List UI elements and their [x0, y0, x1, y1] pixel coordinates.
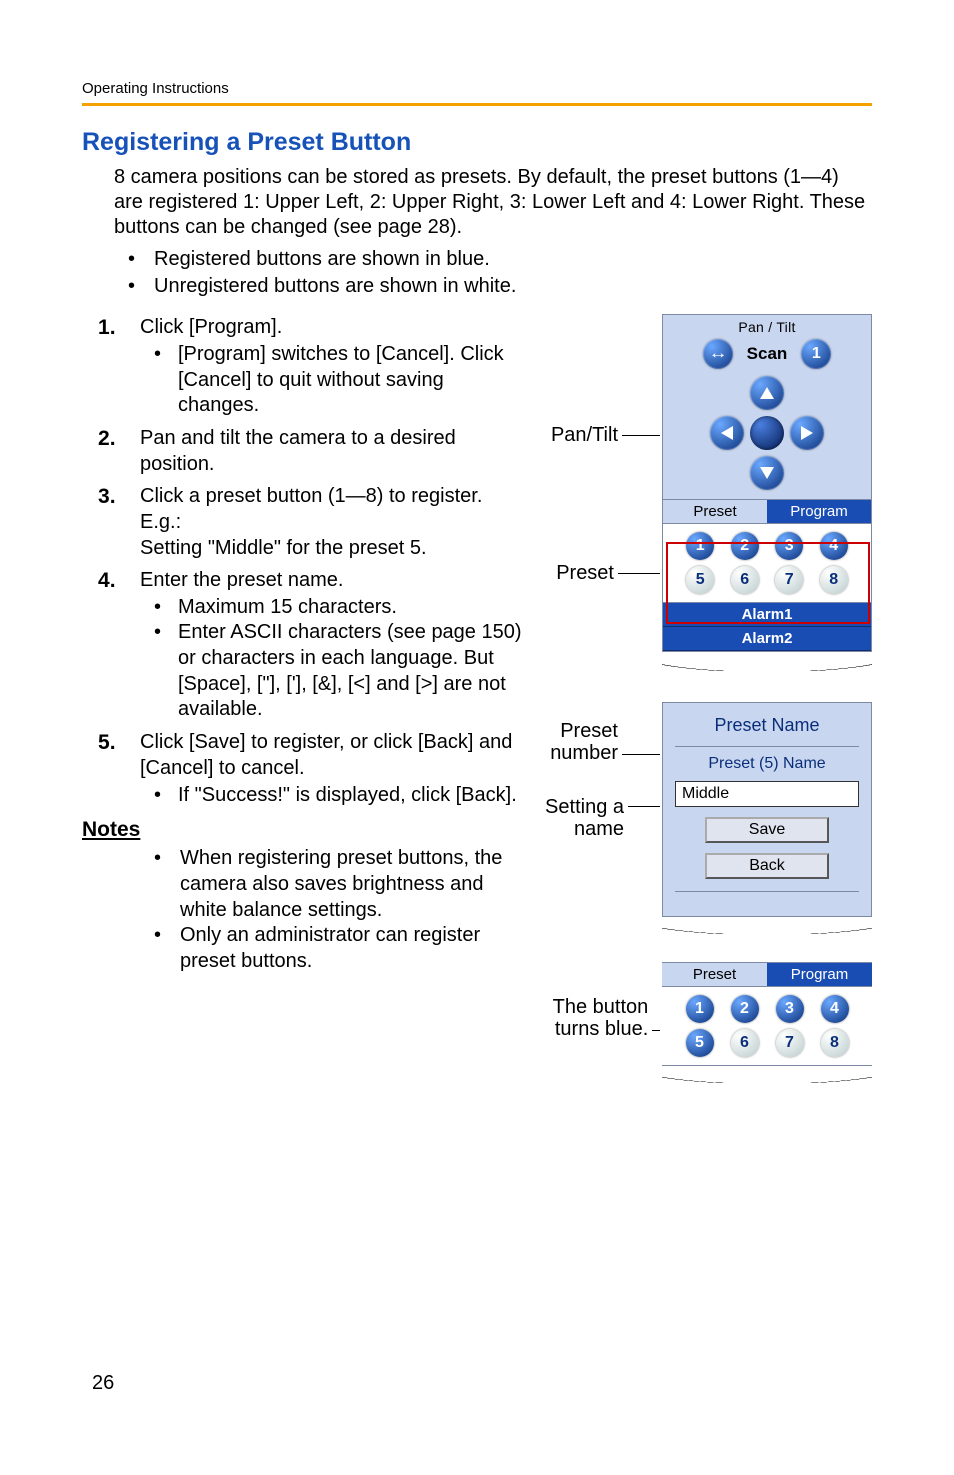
callout-line — [652, 1030, 660, 1031]
step-text: Pan and tilt the camera to a desired pos… — [140, 425, 522, 477]
section-heading: Registering a Preset Button — [82, 128, 872, 157]
preset-button-7[interactable]: 7 — [775, 566, 803, 594]
pan-left-button[interactable] — [710, 416, 744, 450]
preset-button-5[interactable]: 5 — [686, 566, 714, 594]
save-button[interactable]: Save — [705, 817, 829, 843]
scan-number-button[interactable]: 1 — [801, 339, 831, 369]
preset-name-input[interactable] — [675, 781, 859, 807]
alarm1-button[interactable]: Alarm1 — [663, 603, 871, 627]
callout-turns-blue: The button turns blue. — [532, 996, 650, 1040]
callout-pan-tilt: Pan/Tilt — [551, 424, 620, 446]
divider — [675, 746, 859, 747]
intro-paragraph: 8 camera positions can be stored as pres… — [114, 165, 872, 240]
scan-icon[interactable]: ↔ — [703, 339, 733, 369]
tab-program[interactable]: Program — [767, 963, 872, 986]
preset-number-label: Preset (5) Name — [675, 755, 859, 773]
step-sub: Enter ASCII characters (see page 150) or… — [140, 620, 522, 722]
callout-preset-number: Preset number — [538, 720, 620, 764]
step-sub: Maximum 15 characters. — [140, 595, 522, 621]
callout-setting-name: Setting a name — [544, 796, 626, 840]
preset-button-7[interactable]: 7 — [776, 1029, 804, 1057]
callout-line — [622, 754, 660, 755]
tilt-down-button[interactable] — [750, 456, 784, 490]
preset-button-2[interactable]: 2 — [731, 532, 759, 560]
page-header: Operating Instructions — [82, 80, 872, 97]
pan-tilt-preset-panel: Pan / Tilt ↔ Scan 1 — [662, 314, 872, 652]
step-text: Click [Save] to register, or click [Back… — [140, 729, 522, 781]
note-item: Only an administrator can register prese… — [82, 923, 522, 974]
back-button[interactable]: Back — [705, 853, 829, 879]
preset-program-tabs: Preset Program — [662, 962, 872, 987]
eg-text: Setting "Middle" for the preset 5. — [140, 535, 522, 561]
tab-preset[interactable]: Preset — [663, 500, 767, 523]
preset-name-panel: Preset Name Preset (5) Name Save Back — [662, 702, 872, 917]
pan-tilt-dpad — [663, 375, 871, 491]
divider — [675, 891, 859, 892]
preset-button-8[interactable]: 8 — [820, 566, 848, 594]
callout-line — [628, 806, 660, 807]
tab-program[interactable]: Program — [767, 500, 871, 523]
panel-swoosh — [662, 916, 872, 934]
preset-button-1[interactable]: 1 — [686, 532, 714, 560]
scan-label: Scan — [747, 344, 788, 364]
header-rule — [82, 103, 872, 106]
eg-label: E.g.: — [140, 509, 522, 535]
panel-title: Pan / Tilt — [663, 315, 871, 337]
preset-button-3[interactable]: 3 — [775, 532, 803, 560]
preset-result-panel: Preset Program 1 2 3 4 5 6 7 8 — [662, 962, 872, 1066]
tilt-up-button[interactable] — [750, 376, 784, 410]
preset-button-6[interactable]: 6 — [731, 566, 759, 594]
step-sub: [Program] switches to [Cancel]. Click [C… — [140, 342, 522, 419]
pan-right-button[interactable] — [790, 416, 824, 450]
preset-button-grid: 1 2 3 4 5 6 7 8 — [663, 524, 871, 603]
step-sub: If "Success!" is displayed, click [Back]… — [140, 783, 522, 809]
step-text: Click [Program]. — [140, 314, 522, 340]
step-2: Pan and tilt the camera to a desired pos… — [82, 425, 522, 477]
preset-button-4[interactable]: 4 — [821, 995, 849, 1023]
step-3: Click a preset button (1—8) to register.… — [82, 483, 522, 561]
preset-button-8[interactable]: 8 — [821, 1029, 849, 1057]
step-text: Enter the preset name. — [140, 567, 522, 593]
notes-heading: Notes — [82, 818, 522, 842]
intro-bullets: Registered buttons are shown in blue. Un… — [114, 246, 872, 300]
panel-swoosh — [662, 1065, 872, 1083]
intro-bullet: Unregistered buttons are shown in white. — [114, 273, 872, 300]
panel-swoosh — [662, 651, 872, 671]
callout-preset: Preset — [556, 562, 616, 584]
intro-bullet: Registered buttons are shown in blue. — [114, 246, 872, 273]
preset-name-title: Preset Name — [675, 715, 859, 736]
preset-button-3[interactable]: 3 — [776, 995, 804, 1023]
step-5: Click [Save] to register, or click [Back… — [82, 729, 522, 809]
center-home-button[interactable] — [750, 416, 784, 450]
alarm2-button[interactable]: Alarm2 — [663, 627, 871, 651]
preset-button-6[interactable]: 6 — [731, 1029, 759, 1057]
preset-program-tabs: Preset Program — [663, 499, 871, 524]
preset-button-2[interactable]: 2 — [731, 995, 759, 1023]
preset-button-5[interactable]: 5 — [686, 1029, 714, 1057]
step-4: Enter the preset name. Maximum 15 charac… — [82, 567, 522, 723]
callout-line — [622, 435, 660, 436]
step-text: Click a preset button (1—8) to register. — [140, 483, 522, 509]
preset-button-grid: 1 2 3 4 5 6 7 8 — [662, 987, 872, 1066]
preset-button-4[interactable]: 4 — [820, 532, 848, 560]
preset-button-1[interactable]: 1 — [686, 995, 714, 1023]
steps-list: Click [Program]. [Program] switches to [… — [82, 314, 522, 808]
step-1: Click [Program]. [Program] switches to [… — [82, 314, 522, 419]
tab-preset[interactable]: Preset — [662, 963, 767, 986]
page-number: 26 — [92, 1372, 114, 1395]
note-item: When registering preset buttons, the cam… — [82, 846, 522, 923]
callout-line — [618, 573, 660, 574]
